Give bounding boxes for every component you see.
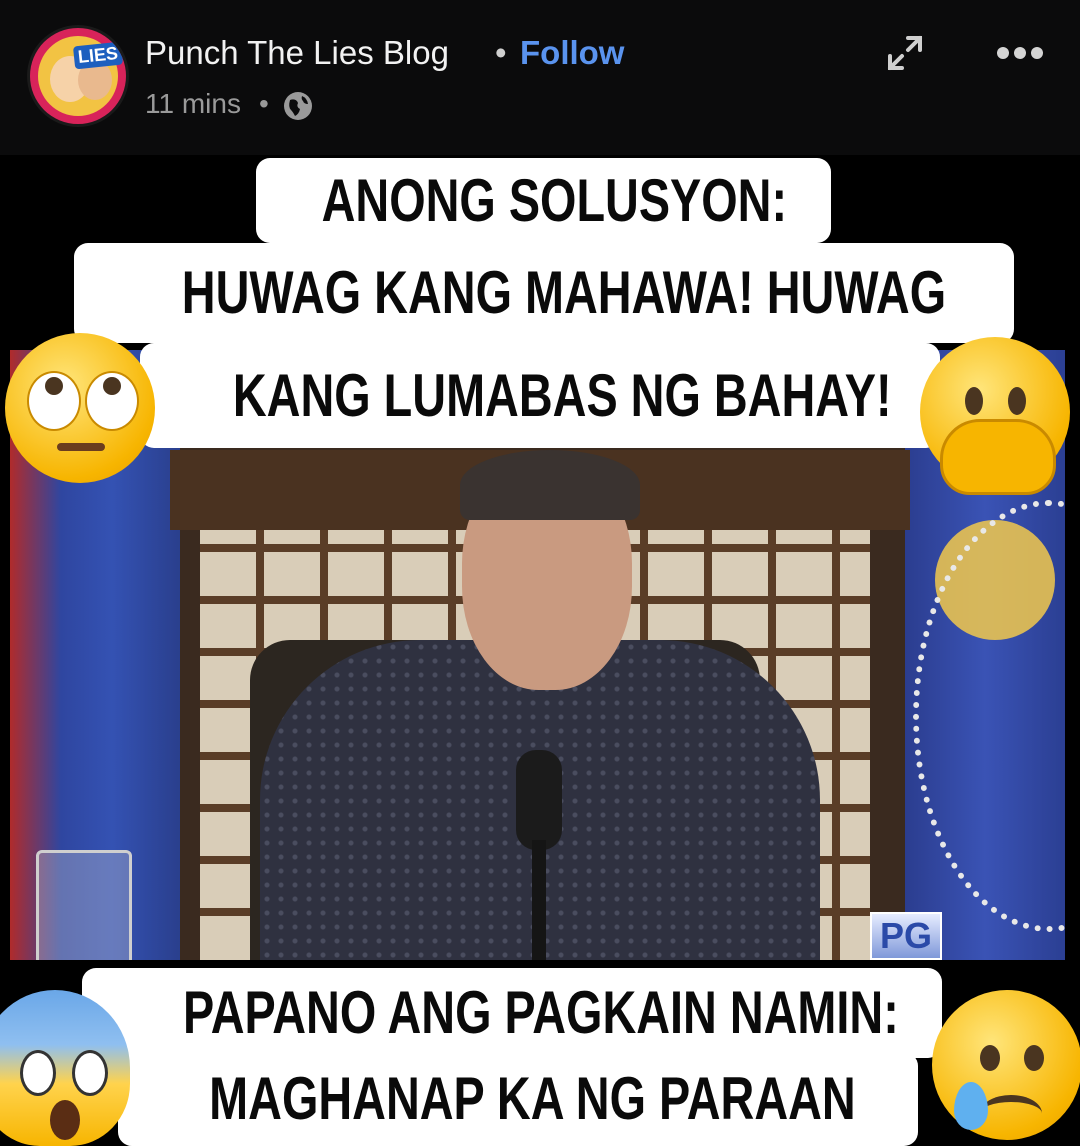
timestamp-separator: •	[259, 88, 269, 119]
emoji-mouth	[57, 443, 105, 451]
emoji-eye	[85, 371, 139, 431]
expand-icon[interactable]	[882, 30, 928, 76]
caption-top-line2: HUWAG KANG MAHAWA! HUWAG	[74, 243, 1014, 343]
post-timestamp[interactable]: 11 mins	[145, 88, 241, 120]
post-header: LIES Punch The Lies Blog • Follow 11 min…	[0, 0, 1080, 155]
page-name-link[interactable]: Punch The Lies Blog	[145, 34, 449, 72]
emoji-pupil	[103, 377, 121, 395]
face-with-hand-over-mouth-icon	[920, 337, 1070, 495]
crying-face-icon	[932, 990, 1080, 1140]
caption-top-line1: ANONG SOLUSYON:	[256, 158, 831, 243]
caption-top-line3: KANG LUMABAS NG BAHAY!	[140, 343, 940, 448]
emoji-tear	[954, 1082, 988, 1130]
emoji-eye	[1008, 387, 1026, 415]
emoji-eye	[980, 1045, 1000, 1071]
emoji-eye	[965, 387, 983, 415]
caption-text: HUWAG KANG MAHAWA! HUWAG	[181, 259, 947, 326]
more-options-icon[interactable]	[995, 38, 1045, 68]
microphone	[516, 750, 562, 850]
emoji-mouth	[50, 1100, 80, 1140]
emoji-hand	[940, 419, 1056, 495]
caption-bottom-line2: MAGHANAP KA NG PARAAN	[118, 1052, 918, 1146]
water-glass	[36, 850, 132, 960]
caption-text: ANONG SOLUSYON:	[321, 167, 788, 234]
emoji-mouth	[980, 1095, 1042, 1132]
emoji-eye	[27, 371, 81, 431]
speaker-hair	[460, 450, 640, 520]
page-avatar[interactable]: LIES	[30, 28, 126, 124]
name-separator: •	[495, 34, 507, 71]
globe-icon	[284, 92, 312, 120]
emoji-eye	[20, 1050, 56, 1096]
caption-text: KANG LUMABAS NG BAHAY!	[232, 362, 892, 429]
emoji-eye	[1024, 1045, 1044, 1071]
microphone-stand	[532, 840, 546, 960]
face-with-rolling-eyes-icon	[5, 333, 155, 483]
emoji-eye	[72, 1050, 108, 1096]
pg-rating-badge: PG	[870, 912, 943, 960]
caption-bottom-line1: PAPANO ANG PAGKAIN NAMIN:	[82, 968, 942, 1058]
caption-text: MAGHANAP KA NG PARAAN	[209, 1065, 856, 1132]
emoji-pupil	[45, 377, 63, 395]
follow-button[interactable]: Follow	[520, 34, 624, 72]
caption-text: PAPANO ANG PAGKAIN NAMIN:	[182, 979, 899, 1046]
